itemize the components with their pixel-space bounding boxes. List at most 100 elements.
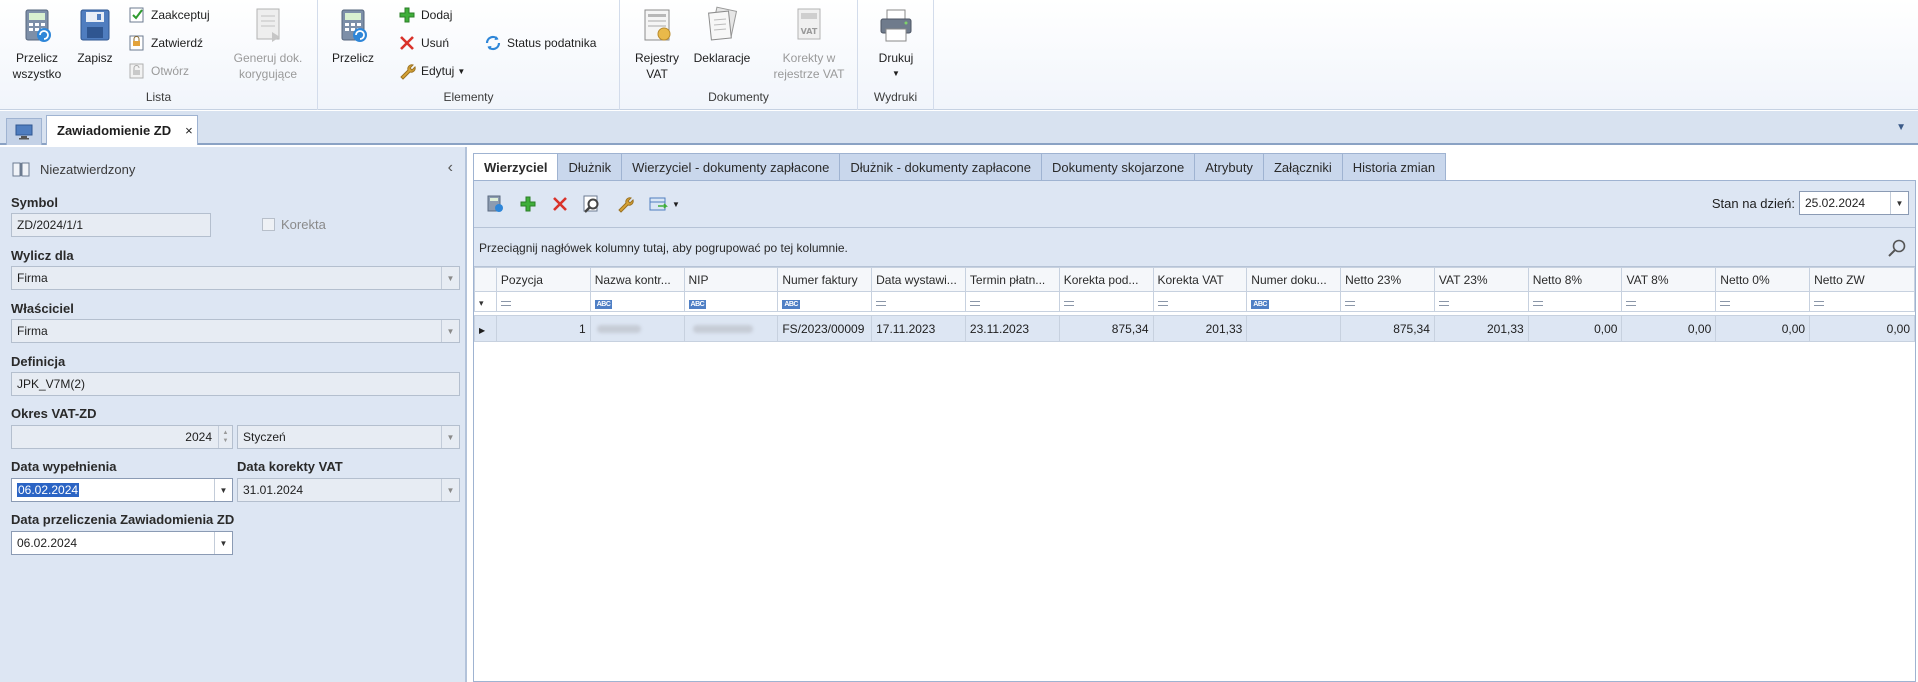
table-cell[interactable]: 0,00 xyxy=(1621,315,1717,342)
fill-date-input[interactable]: 06.02.2024 ▼ xyxy=(11,478,233,502)
search-icon[interactable] xyxy=(1887,238,1907,258)
tab-wierzyciel-dokumenty-zapłacone[interactable]: Wierzyciel - dokumenty zapłacone xyxy=(622,153,841,181)
table-cell[interactable] xyxy=(589,315,685,342)
owner-select[interactable]: Firma ▼ xyxy=(11,319,460,343)
tab-dokumenty-skojarzone[interactable]: Dokumenty skojarzone xyxy=(1042,153,1196,181)
delete-icon[interactable] xyxy=(549,193,571,215)
vat-period-month-select[interactable]: Styczeń ▼ xyxy=(237,425,460,449)
table-cell[interactable] xyxy=(683,315,779,342)
filter-cell[interactable] xyxy=(1715,291,1811,312)
column-header[interactable]: Data wystawi... xyxy=(871,267,966,292)
state-date-input[interactable]: 25.02.2024 ▼ xyxy=(1799,191,1909,215)
vat-period-year-spinner[interactable]: 2024 ▲ ▼ xyxy=(11,425,233,449)
column-header[interactable]: Pozycja xyxy=(495,267,591,292)
table-cell[interactable]: 875,34 xyxy=(1058,315,1154,342)
print-button[interactable]: Drukuj ▼ xyxy=(866,6,926,82)
filter-cell[interactable] xyxy=(964,291,1060,312)
filter-cell[interactable] xyxy=(1809,291,1915,312)
filter-cell[interactable]: ABC xyxy=(589,291,685,312)
calendar-dropdown-icon[interactable]: ▼ xyxy=(214,479,232,501)
declarations-button[interactable]: Deklaracje xyxy=(688,6,756,66)
filter-cell[interactable] xyxy=(1340,291,1435,312)
tab-dłużnik[interactable]: Dłużnik xyxy=(558,153,623,181)
table-cell[interactable]: 17.11.2023 xyxy=(871,315,966,342)
preview-icon[interactable] xyxy=(581,193,603,215)
calculate-for-select[interactable]: Firma ▼ xyxy=(11,266,460,290)
column-header[interactable]: VAT 23% xyxy=(1433,267,1529,292)
document-tab-zawiadomienie[interactable]: Zawiadomienie ZD × xyxy=(46,115,198,145)
table-cell[interactable]: 1 xyxy=(495,315,591,342)
filter-cell[interactable]: ABC xyxy=(1246,291,1342,312)
filter-cell[interactable] xyxy=(1621,291,1717,312)
column-header[interactable]: Netto 8% xyxy=(1527,267,1623,292)
desktop-tab[interactable] xyxy=(6,118,42,145)
add-button[interactable]: Dodaj xyxy=(398,4,452,26)
open-button[interactable]: Otwórz xyxy=(128,60,189,82)
recalc-date-input[interactable]: 06.02.2024 ▼ xyxy=(11,531,233,555)
filter-cell[interactable] xyxy=(1433,291,1529,312)
table-cell[interactable]: 23.11.2023 xyxy=(964,315,1060,342)
filter-cell[interactable] xyxy=(871,291,966,312)
tab-załączniki[interactable]: Załączniki xyxy=(1263,153,1343,181)
table-cell[interactable]: 0,00 xyxy=(1527,315,1623,342)
recalculate-button[interactable]: Przelicz xyxy=(328,6,378,66)
column-header[interactable]: Numer doku... xyxy=(1246,267,1342,292)
tab-atrybuty[interactable]: Atrybuty xyxy=(1195,153,1264,181)
filter-cell[interactable] xyxy=(1152,291,1248,312)
column-header[interactable]: Netto 0% xyxy=(1715,267,1811,292)
column-header[interactable]: Netto ZW xyxy=(1809,267,1915,292)
filter-cell[interactable]: ABC xyxy=(683,291,779,312)
document-calc-icon[interactable] xyxy=(484,193,506,215)
spinner-arrows-icon[interactable]: ▲ ▼ xyxy=(218,426,232,448)
column-header[interactable]: Termin płatn... xyxy=(964,267,1060,292)
column-header[interactable]: Nazwa kontr... xyxy=(589,267,685,292)
symbol-field[interactable]: ZD/2024/1/1 xyxy=(11,213,211,237)
column-header[interactable]: NIP xyxy=(683,267,779,292)
generate-correction-button[interactable]: Generuj dok. korygujące xyxy=(226,6,310,82)
taxpayer-status-button[interactable]: Status podatnika xyxy=(484,32,596,54)
tab-dłużnik-dokumenty-zapłacone[interactable]: Dłużnik - dokumenty zapłacone xyxy=(840,153,1043,181)
group-by-panel[interactable]: Przeciągnij nagłówek kolumny tutaj, aby … xyxy=(474,228,1915,267)
details-panel: Wierzyciel Dłużnik Wierzyciel - dokumenty … xyxy=(471,147,1918,682)
correction-date-input[interactable]: 31.01.2024 ▼ xyxy=(237,478,460,502)
recalculate-all-button[interactable]: Przelicz wszystko xyxy=(8,6,66,82)
collapse-panel-icon[interactable]: ‹ xyxy=(448,159,453,177)
edit-button[interactable]: Edytuj ▼ xyxy=(398,60,465,82)
table-cell[interactable]: 0,00 xyxy=(1715,315,1811,342)
definition-field[interactable]: JPK_V7M(2) xyxy=(11,372,460,396)
tab-menu-chevron-icon[interactable]: ▼ xyxy=(1896,122,1906,133)
column-header[interactable]: Numer faktury xyxy=(777,267,873,292)
column-header[interactable]: Netto 23% xyxy=(1340,267,1435,292)
calendar-dropdown-icon[interactable]: ▼ xyxy=(1890,192,1908,214)
filter-cell[interactable]: ABC xyxy=(777,291,873,312)
table-cell[interactable]: 0,00 xyxy=(1809,315,1915,342)
add-icon[interactable] xyxy=(517,193,539,215)
tab-wierzyciel[interactable]: Wierzyciel xyxy=(473,153,559,181)
filter-cell[interactable] xyxy=(1527,291,1623,312)
calendar-dropdown-icon[interactable]: ▼ xyxy=(441,479,459,501)
save-button[interactable]: Zapisz xyxy=(72,6,118,66)
table-cell[interactable]: FS/2023/00009 xyxy=(777,315,873,342)
edit-icon[interactable] xyxy=(614,193,636,215)
table-cell[interactable] xyxy=(1246,315,1342,342)
column-header[interactable]: Korekta pod... xyxy=(1058,267,1154,292)
table-cell[interactable]: 201,33 xyxy=(1152,315,1248,342)
table-cell[interactable]: 201,33 xyxy=(1433,315,1529,342)
filter-cell[interactable] xyxy=(1058,291,1154,312)
delete-button[interactable]: Usuń xyxy=(398,32,449,54)
column-header[interactable]: Korekta VAT xyxy=(1152,267,1248,292)
table-row[interactable]: ▶ 1 FS/2023/00009 17.11.2023 23.11.2023 875,3… xyxy=(474,315,1915,342)
tab-historia-zmian[interactable]: Historia zmian xyxy=(1342,153,1447,181)
table-cell[interactable]: 875,34 xyxy=(1340,315,1435,342)
calendar-dropdown-icon[interactable]: ▼ xyxy=(214,532,232,554)
filter-cell[interactable] xyxy=(495,291,591,312)
accept-button[interactable]: Zaakceptuj xyxy=(128,4,210,26)
correction-checkbox[interactable]: Korekta xyxy=(262,217,326,232)
vat-corrections-button[interactable]: VAT Korekty w rejestrze VAT xyxy=(764,6,854,82)
column-header[interactable]: VAT 8% xyxy=(1621,267,1717,292)
close-icon[interactable]: × xyxy=(185,123,193,138)
vat-registers-button[interactable]: Rejestry VAT xyxy=(630,6,684,82)
approve-button[interactable]: Zatwierdź xyxy=(128,32,203,54)
export-icon[interactable]: ▼ xyxy=(646,193,682,215)
filter-icon[interactable]: ▾ xyxy=(474,291,497,312)
